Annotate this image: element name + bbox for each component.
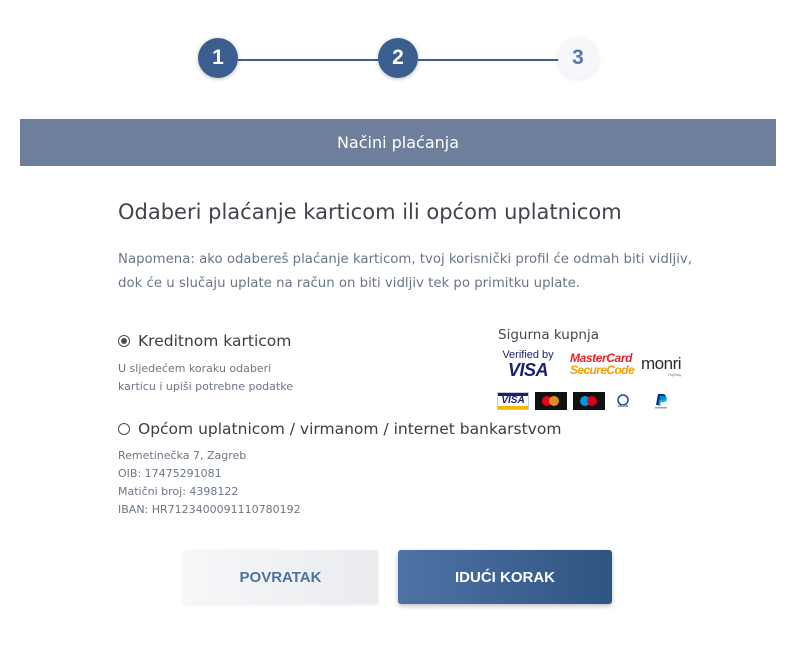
mastercard-orange-circle: [549, 396, 559, 406]
securecode-text: SecureCode: [570, 363, 635, 377]
paypal-svg: [655, 394, 667, 409]
card-option-label[interactable]: Kreditnom karticom: [138, 332, 291, 350]
slip-radio[interactable]: [118, 423, 130, 435]
visa-card-text: VISA: [501, 395, 525, 406]
bank-mb: Matični broj: 4398122: [118, 485, 239, 498]
mastercard-icon: [535, 392, 567, 410]
visa-card-icon: VISA: [497, 392, 529, 410]
back-button[interactable]: POVRATAK: [183, 550, 378, 604]
card-radio[interactable]: [118, 335, 130, 347]
step-3: 3: [558, 38, 598, 78]
payment-option-slip[interactable]: Općom uplatnicom / virmanom / internet b…: [118, 420, 561, 438]
next-step-button[interactable]: IDUĆI KORAK: [398, 550, 612, 604]
step-1: 1: [198, 38, 238, 78]
bank-address: Remetinečka 7, Zagreb: [118, 449, 247, 462]
progress-stepper: 1 2 3: [0, 38, 794, 82]
card-hint-line2: karticu i upiši potrebne podatke: [118, 380, 293, 393]
paypal-icon: [650, 392, 672, 410]
card-hint: U sljedećem koraku odaberi karticu i upi…: [118, 360, 293, 396]
monri-text: monri: [641, 354, 682, 373]
secure-shopping-title: Sigurna kupnja: [498, 327, 599, 343]
bank-oib: OIB: 17475291081: [118, 467, 222, 480]
step-2: 2: [378, 38, 418, 78]
maestro-icon: [573, 392, 605, 410]
payment-note: Napomena: ako odabereš plaćanje karticom…: [118, 252, 692, 291]
card-hint-line1: U sljedećem koraku odaberi: [118, 362, 272, 375]
bank-iban: IBAN: HR7123400091110780192: [118, 503, 301, 516]
monri-logo: monri Pay Easy: [641, 354, 682, 377]
section-title: Načini plaćanja: [336, 133, 460, 152]
page-title: Odaberi plaćanje karticom ili općom upla…: [118, 200, 622, 224]
slip-option-label[interactable]: Općom uplatnicom / virmanom / internet b…: [138, 420, 561, 438]
radio-selected-dot: [121, 338, 127, 344]
diners-club-icon: [612, 392, 634, 410]
step-connector-2-3: [418, 59, 560, 61]
verified-by-visa-logo: Verified by VISA: [500, 350, 556, 380]
mastercard-securecode-logo: MasterCard SecureCode: [570, 352, 635, 380]
bank-details: Remetinečka 7, Zagreb OIB: 17475291081 M…: [118, 447, 301, 519]
step-connector-1-2: [238, 59, 380, 61]
payment-option-card[interactable]: Kreditnom karticom: [118, 332, 291, 350]
diners-club-svg: [617, 394, 629, 407]
maestro-red-circle: [587, 396, 597, 406]
verified-visa-text: VISA: [507, 360, 549, 380]
section-header: Načini plaćanja: [20, 119, 776, 166]
